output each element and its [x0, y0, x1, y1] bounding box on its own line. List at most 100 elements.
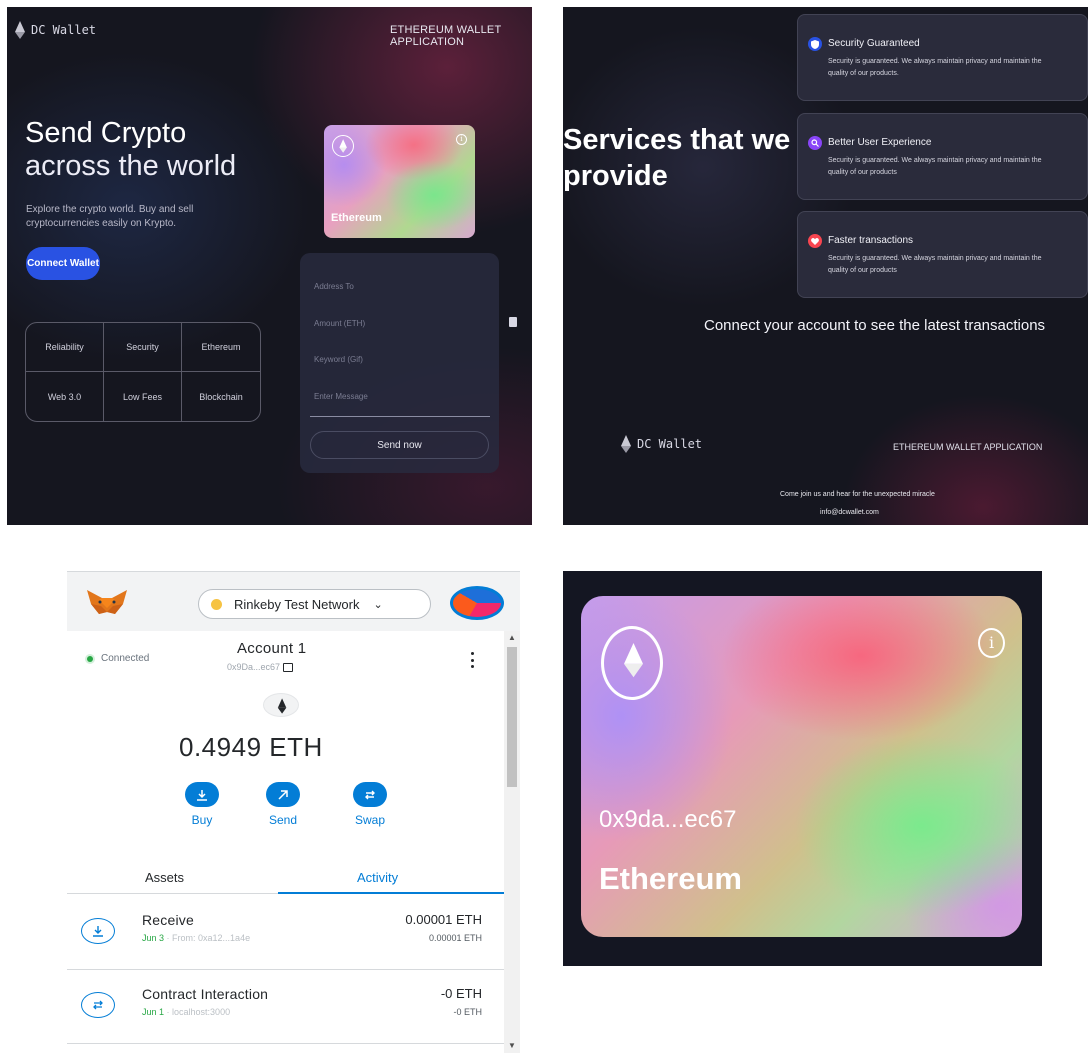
transaction-amount: -0 ETH	[440, 986, 482, 1001]
hero-subtitle: Explore the crypto world. Buy and sell c…	[26, 204, 194, 229]
network-name: Rinkeby Test Network	[234, 596, 360, 612]
buy-button[interactable]: Buy	[172, 782, 232, 827]
hero-panel: DC Wallet ETHEREUM WALLET APPLICATION Se…	[7, 7, 532, 525]
metamask-fox-icon[interactable]	[85, 590, 129, 616]
transaction-amount: 0.00001 ETH	[405, 912, 482, 927]
service-card-faster: Faster transactions Security is guarante…	[797, 211, 1088, 298]
card-label: Ethereum	[599, 861, 742, 896]
metamask-body: Connected Account 1 0x9Da...ec67 0.4949 …	[67, 631, 504, 1053]
connected-dot-icon	[87, 655, 93, 662]
ethereum-card-small: i Ethereum	[324, 125, 475, 238]
card-address: 0x9da...ec67	[599, 806, 737, 833]
receive-icon	[81, 918, 115, 944]
feature-ethereum: Ethereum	[182, 323, 260, 372]
services-title: Services that we provide	[563, 122, 790, 194]
footer-app-title: ETHEREUM WALLET APPLICATION	[893, 442, 1043, 452]
connect-account-note: Connect your account to see the latest t…	[704, 317, 1046, 334]
transaction-row[interactable]: Contract Interaction Jun 1 · localhost:3…	[67, 970, 504, 1044]
account-address-text: 0x9Da...ec67	[227, 662, 281, 672]
service-description: Security is guaranteed. We always mainta…	[828, 255, 1042, 274]
transaction-subtitle: Jun 3 · From: 0xa12...1a4e	[142, 933, 251, 943]
metamask-header: Rinkeby Test Network ⌄	[67, 571, 520, 631]
logo-text: DC Wallet	[31, 23, 97, 37]
connect-wallet-button[interactable]: Connect Wallet	[26, 247, 100, 280]
tab-activity[interactable]: Activity	[357, 870, 398, 885]
footer-logo[interactable]: DC Wallet	[621, 435, 702, 453]
heart-icon	[808, 234, 822, 248]
account-options-icon[interactable]	[470, 652, 474, 668]
ethereum-logo-icon	[15, 21, 26, 39]
info-icon[interactable]: i	[978, 628, 1005, 658]
service-title: Security Guaranteed	[828, 38, 920, 49]
amount-stepper[interactable]	[509, 317, 517, 327]
amount-input[interactable]: Amount (ETH)	[314, 319, 365, 328]
services-panel: Services that we provide Security Guaran…	[563, 7, 1088, 525]
swap-label: Swap	[354, 813, 386, 827]
metamask-panel: Rinkeby Test Network ⌄ Connected Account…	[67, 571, 520, 1053]
ethereum-icon	[601, 626, 663, 700]
feature-reliability: Reliability	[26, 323, 104, 372]
eth-balance: 0.4949 ETH	[179, 732, 323, 762]
connection-label: Connected	[101, 653, 150, 664]
service-card-ux: Better User Experience Security is guara…	[797, 113, 1088, 200]
transaction-amount-secondary: 0.00001 ETH	[428, 933, 482, 943]
shield-icon	[808, 37, 822, 51]
send-label: Send	[268, 813, 298, 827]
feature-grid: Reliability Security Ethereum Web 3.0 Lo…	[25, 322, 261, 422]
send-now-button[interactable]: Send now	[310, 431, 489, 459]
service-card-security: Security Guaranteed Security is guarante…	[797, 14, 1088, 101]
services-title-line2: provide	[563, 160, 668, 192]
address-to-input[interactable]: Address To	[314, 282, 354, 291]
search-icon	[808, 136, 822, 150]
feature-security: Security	[104, 323, 182, 372]
keyword-input[interactable]: Keyword (Gif)	[314, 355, 363, 364]
swap-button[interactable]: Swap	[340, 782, 400, 827]
scrollbar[interactable]: ▲ ▼	[504, 631, 520, 1053]
hero-title-line1: Send Crypto	[25, 117, 187, 149]
ethereum-icon	[332, 135, 354, 157]
network-selector[interactable]: Rinkeby Test Network ⌄	[198, 589, 431, 619]
footer-email[interactable]: info@dcwallet.com	[820, 509, 879, 516]
footer-tagline: Come join us and hear for the unexpected…	[780, 491, 935, 498]
active-tab-indicator	[278, 892, 504, 894]
scrollbar-thumb[interactable]	[507, 647, 517, 787]
transaction-title: Receive	[142, 912, 194, 928]
message-input[interactable]: Enter Message	[314, 392, 368, 401]
tab-assets[interactable]: Assets	[145, 870, 184, 885]
network-status-dot	[211, 598, 222, 610]
ethereum-card: i 0x9da...ec67 Ethereum	[581, 596, 1022, 937]
transaction-date: Jun 1	[142, 1007, 165, 1017]
card-label: Ethereum	[331, 212, 382, 224]
hero-title: Send Crypto across the world	[25, 117, 236, 183]
arrow-up-right-icon	[266, 782, 300, 807]
download-icon	[185, 782, 219, 807]
copy-icon	[283, 662, 294, 672]
service-title: Better User Experience	[828, 137, 932, 148]
service-description: Security is guaranteed. We always mainta…	[828, 58, 1042, 77]
transaction-row[interactable]: Receive Jun 3 · From: 0xa12...1a4e 0.000…	[67, 896, 504, 970]
send-button[interactable]: Send	[253, 782, 313, 827]
form-divider	[310, 416, 490, 417]
transaction-subtitle: Jun 1 · localhost:3000	[142, 1007, 231, 1017]
scroll-up-icon[interactable]: ▲	[508, 633, 516, 642]
connection-status[interactable]: Connected	[87, 653, 149, 664]
nav-app-title: ETHEREUM WALLET APPLICATION	[390, 24, 502, 48]
transaction-title: Contract Interaction	[142, 986, 269, 1002]
feature-blockchain: Blockchain	[199, 391, 243, 402]
hero-title-line2: across the world	[25, 150, 237, 182]
account-address[interactable]: 0x9Da...ec67	[227, 662, 294, 672]
services-title-line1: Services that we	[563, 124, 791, 156]
swap-icon	[81, 992, 115, 1018]
service-title: Faster transactions	[828, 235, 914, 246]
buy-label: Buy	[191, 813, 213, 827]
service-description: Security is guaranteed. We always mainta…	[828, 157, 1042, 176]
logo[interactable]: DC Wallet	[15, 21, 96, 39]
transaction-detail: From: 0xa12...1a4e	[172, 933, 251, 943]
swap-icon	[353, 782, 387, 807]
info-icon[interactable]: i	[456, 134, 467, 145]
wallet-tabs: Assets Activity	[67, 856, 504, 896]
feature-low-fees: Low Fees	[104, 372, 182, 421]
ethereum-icon	[263, 693, 299, 717]
scroll-down-icon[interactable]: ▼	[508, 1041, 516, 1050]
account-avatar[interactable]	[450, 586, 504, 620]
